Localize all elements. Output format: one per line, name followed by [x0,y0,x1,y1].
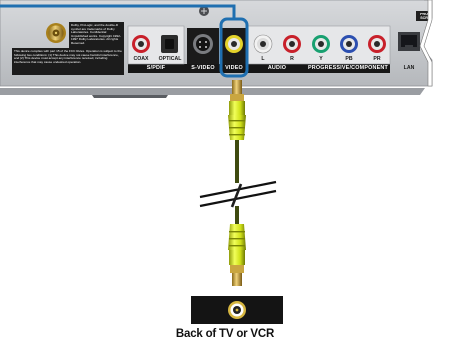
audio-r-label: R [290,56,294,62]
tv-vcr-video-input [191,296,283,324]
jack-y [312,35,330,53]
spdif-group-label: S/PDIF [146,65,166,71]
pb-label: PB [345,56,353,62]
jack-audio-r [283,35,301,53]
tv-vcr-caption: Back of TV or VCR [175,328,275,340]
optical-label: OPTICAL [158,56,182,62]
pr-label: PR [373,56,381,62]
fcc-notice: This device complies with part 15 of the… [14,50,122,64]
antenna-connector-icon [46,23,66,43]
video-group-label: VIDEO [225,65,243,71]
jack-video [222,28,246,64]
y-label: Y [319,56,323,62]
jack-audio-l [253,34,273,54]
player-base [0,88,425,98]
jack-pb [340,35,358,53]
rca-cable [199,80,277,286]
coax-label: COAX [133,56,149,62]
audio-group-label: AUDIO [267,65,287,71]
lan-port-icon [398,32,420,51]
jack-s-video [187,28,219,64]
s-video-group-label: S-VIDEO [191,65,215,71]
dolby-notice: Dolby, ProLogic, and the double-D symbol… [71,24,121,45]
pro-scr-label: PRO SCR [420,13,428,20]
jack-coax [132,35,150,53]
component-group-label: PROGRESSIVE/COMPONENT [308,65,388,71]
audio-l-label: L [261,56,265,62]
jack-pr [368,35,386,53]
lan-label: LAN [403,65,415,71]
jack-optical [161,35,178,53]
